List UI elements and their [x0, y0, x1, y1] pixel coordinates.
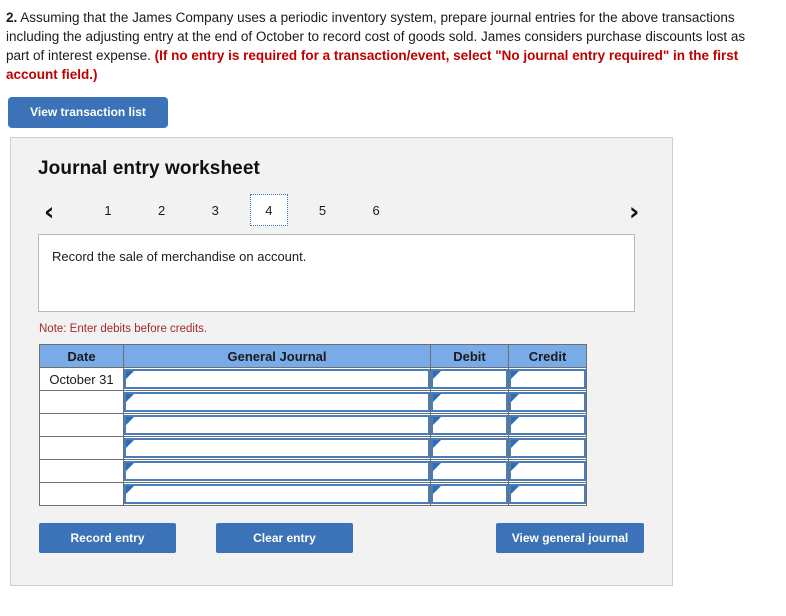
- dropdown-flag-icon: [511, 371, 519, 379]
- cell-date-5: [39, 459, 124, 483]
- cell-credit-1[interactable]: [508, 367, 587, 391]
- column-header-general-journal: General Journal: [123, 344, 431, 368]
- table-header-row: Date General Journal Debit Credit: [39, 344, 587, 368]
- pager-tab-5[interactable]: 5: [304, 194, 342, 226]
- record-entry-button[interactable]: Record entry: [39, 523, 176, 553]
- chevron-right-icon[interactable]: ›: [629, 198, 639, 226]
- cell-journal-5[interactable]: [123, 459, 431, 483]
- cell-credit-2[interactable]: [508, 390, 587, 414]
- dropdown-flag-icon: [511, 440, 519, 448]
- cell-debit-5[interactable]: [430, 459, 509, 483]
- table-row: [39, 482, 587, 506]
- debits-before-credits-note: Note: Enter debits before credits.: [39, 323, 208, 335]
- cell-debit-1[interactable]: [430, 367, 509, 391]
- dropdown-flag-icon: [433, 417, 441, 425]
- worksheet-pager: ‹ 1 2 3 4 5 6 ›: [11, 194, 672, 232]
- question-block: 2. Assuming that the James Company uses …: [0, 0, 774, 84]
- chevron-left-icon[interactable]: ‹: [44, 198, 54, 226]
- cell-date-1: October 31: [39, 367, 124, 391]
- transaction-description: Record the sale of merchandise on accoun…: [38, 234, 635, 312]
- dropdown-flag-icon: [511, 486, 519, 494]
- dropdown-flag-icon: [126, 417, 134, 425]
- cell-journal-6[interactable]: [123, 482, 431, 506]
- dropdown-flag-icon: [126, 440, 134, 448]
- table-row: [39, 459, 587, 483]
- pager-tab-3[interactable]: 3: [196, 194, 234, 226]
- table-row: [39, 436, 587, 460]
- toolbar: View transaction list: [0, 84, 786, 128]
- dropdown-flag-icon: [126, 486, 134, 494]
- table-row: October 31: [39, 367, 587, 391]
- view-general-journal-button[interactable]: View general journal: [496, 523, 644, 553]
- dropdown-flag-icon: [511, 463, 519, 471]
- view-transaction-list-button[interactable]: View transaction list: [8, 97, 168, 128]
- table-row: [39, 390, 587, 414]
- cell-date-6: [39, 482, 124, 506]
- journal-entry-worksheet-panel: Journal entry worksheet ‹ 1 2 3 4 5 6 › …: [10, 137, 673, 586]
- dropdown-flag-icon: [433, 463, 441, 471]
- pager-tab-1[interactable]: 1: [89, 194, 127, 226]
- cell-debit-4[interactable]: [430, 436, 509, 460]
- pager-tab-4[interactable]: 4: [249, 194, 288, 226]
- worksheet-title: Journal entry worksheet: [38, 158, 260, 179]
- column-header-date: Date: [39, 344, 124, 368]
- column-header-credit: Credit: [508, 344, 587, 368]
- cell-date-4: [39, 436, 124, 460]
- clear-entry-button[interactable]: Clear entry: [216, 523, 353, 553]
- cell-journal-3[interactable]: [123, 413, 431, 437]
- pager-tab-2[interactable]: 2: [143, 194, 181, 226]
- dropdown-flag-icon: [126, 463, 134, 471]
- cell-credit-4[interactable]: [508, 436, 587, 460]
- dropdown-flag-icon: [433, 440, 441, 448]
- cell-date-2: [39, 390, 124, 414]
- dropdown-flag-icon: [433, 486, 441, 494]
- dropdown-flag-icon: [511, 417, 519, 425]
- cell-debit-2[interactable]: [430, 390, 509, 414]
- cell-journal-2[interactable]: [123, 390, 431, 414]
- worksheet-action-bar: Record entry Clear entry View general jo…: [11, 523, 672, 555]
- dropdown-flag-icon: [126, 371, 134, 379]
- cell-credit-5[interactable]: [508, 459, 587, 483]
- table-row: [39, 413, 587, 437]
- cell-credit-3[interactable]: [508, 413, 587, 437]
- dropdown-flag-icon: [511, 394, 519, 402]
- dropdown-flag-icon: [433, 394, 441, 402]
- pager-tab-6[interactable]: 6: [357, 194, 395, 226]
- cell-journal-4[interactable]: [123, 436, 431, 460]
- column-header-debit: Debit: [430, 344, 509, 368]
- cell-journal-1[interactable]: [123, 367, 431, 391]
- cell-credit-6[interactable]: [508, 482, 587, 506]
- dropdown-flag-icon: [126, 394, 134, 402]
- dropdown-flag-icon: [433, 371, 441, 379]
- cell-date-3: [39, 413, 124, 437]
- cell-debit-3[interactable]: [430, 413, 509, 437]
- question-number: 2.: [6, 10, 18, 25]
- journal-entry-table: Date General Journal Debit Credit Octobe…: [39, 344, 587, 506]
- cell-debit-6[interactable]: [430, 482, 509, 506]
- pager-tabs: 1 2 3 4 5 6: [89, 194, 407, 232]
